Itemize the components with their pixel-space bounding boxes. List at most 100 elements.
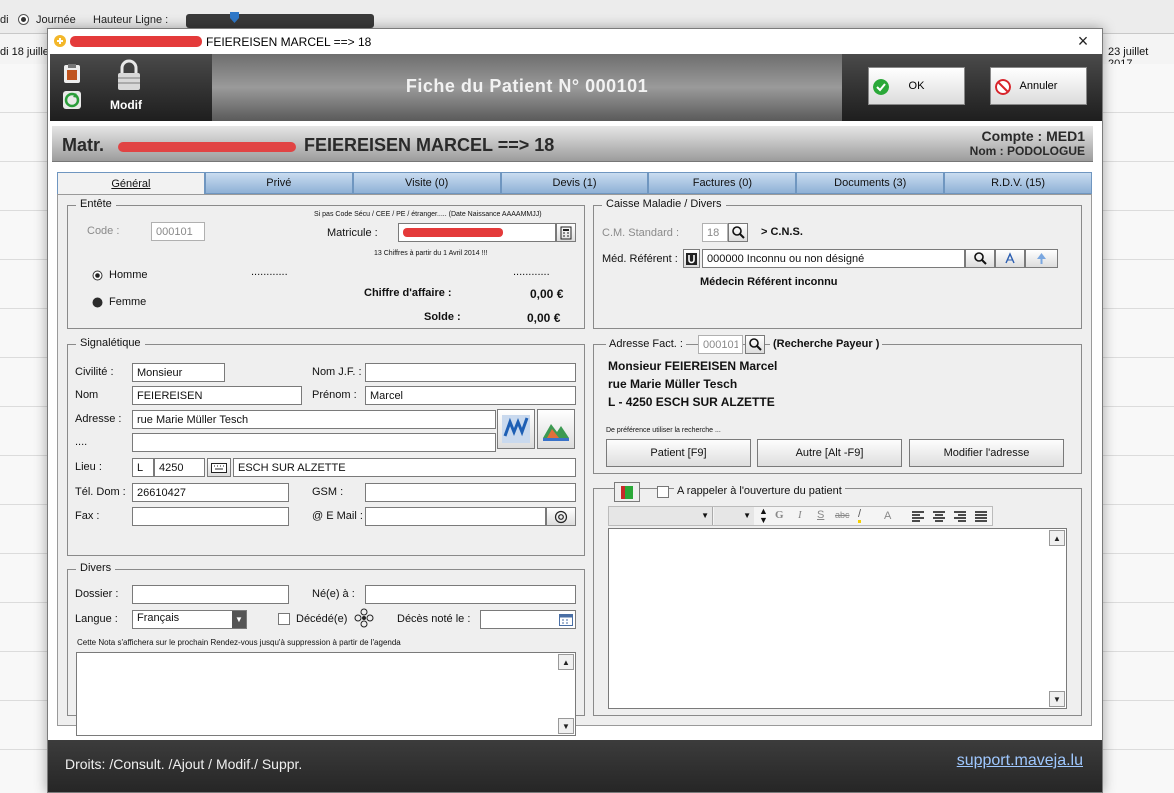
close-button[interactable]: × bbox=[1072, 31, 1094, 51]
femme-radio[interactable] bbox=[92, 297, 103, 308]
nota-textarea[interactable]: ▲ ▼ bbox=[76, 652, 576, 736]
rappel-checkbox[interactable] bbox=[657, 486, 669, 498]
tab-rdv[interactable]: R.D.V. (15) bbox=[944, 172, 1093, 194]
font-select[interactable]: ▼ bbox=[609, 507, 713, 525]
flower-icon bbox=[354, 608, 374, 628]
scroll-up-icon[interactable]: ▲ bbox=[558, 654, 574, 670]
cm-search-button[interactable] bbox=[728, 223, 748, 242]
scroll-down-icon[interactable]: ▼ bbox=[558, 718, 574, 734]
ca-label: Chiffre d'affaire : bbox=[364, 287, 452, 299]
dossier-input[interactable] bbox=[132, 585, 289, 604]
cancel-button[interactable]: Annuler bbox=[990, 67, 1087, 105]
window-title: FEIEREISEN MARCEL ==> 18 bbox=[206, 35, 372, 49]
pays-input[interactable] bbox=[132, 458, 154, 477]
gsm-input[interactable] bbox=[365, 483, 576, 502]
nea-input[interactable] bbox=[365, 585, 576, 604]
spin-icon[interactable]: ▲ ▼ bbox=[759, 507, 768, 525]
rappel-label: A rappeler à l'ouverture du patient bbox=[674, 485, 845, 497]
med-add-button[interactable] bbox=[1025, 249, 1058, 268]
med-referent-input[interactable] bbox=[702, 249, 965, 268]
matricule-input[interactable] bbox=[398, 223, 556, 242]
ville-input[interactable] bbox=[233, 458, 576, 477]
civilite-input[interactable] bbox=[132, 363, 225, 382]
strike-icon[interactable]: abc bbox=[835, 510, 850, 520]
tree-icon bbox=[1037, 253, 1046, 264]
gsm-label: GSM : bbox=[312, 486, 344, 498]
header-title-band: Fiche du Patient N° 000101 bbox=[212, 54, 842, 121]
support-link[interactable]: support.maveja.lu bbox=[957, 752, 1083, 770]
prenom-label: Prénom : bbox=[312, 389, 357, 401]
tel-input[interactable] bbox=[132, 483, 289, 502]
font-color-icon[interactable]: A bbox=[884, 510, 891, 522]
tab-general[interactable]: Général bbox=[57, 172, 205, 194]
tab-prive[interactable]: Privé bbox=[204, 172, 353, 194]
fax-label: Fax : bbox=[75, 510, 100, 522]
slider-thumb[interactable] bbox=[230, 12, 239, 23]
journee-radio[interactable] bbox=[18, 14, 29, 25]
underline-icon[interactable]: S bbox=[817, 509, 824, 521]
adresse-fact-code[interactable] bbox=[698, 335, 743, 354]
italic-icon[interactable]: I bbox=[798, 509, 802, 521]
scroll-down-icon[interactable]: ▼ bbox=[1049, 691, 1065, 707]
modif-label: Modif bbox=[110, 98, 142, 112]
note-textarea[interactable]: ▲ ▼ bbox=[608, 528, 1067, 709]
matricule-hint: Si pas Code Sécu / CEE / PE / étranger..… bbox=[314, 211, 542, 218]
calculator-icon bbox=[560, 226, 572, 239]
homme-radio[interactable] bbox=[92, 270, 103, 281]
email-input[interactable] bbox=[365, 507, 546, 526]
code-input[interactable] bbox=[151, 222, 205, 241]
tab-bar: Général Privé Visite (0) Devis (1) Factu… bbox=[57, 172, 1093, 194]
langue-select[interactable]: Français ▼ bbox=[132, 610, 247, 629]
adresse-input[interactable] bbox=[132, 410, 496, 429]
word-button[interactable] bbox=[497, 409, 535, 449]
entete-title: Entête bbox=[76, 198, 116, 210]
cns-label: > C.N.S. bbox=[761, 226, 803, 238]
scroll-up-icon[interactable]: ▲ bbox=[1049, 530, 1065, 546]
med-clear-button[interactable] bbox=[683, 249, 700, 268]
prenom-input[interactable] bbox=[365, 386, 576, 405]
app-icon bbox=[54, 35, 66, 47]
ok-button[interactable]: OK bbox=[868, 67, 965, 105]
general-panel: Entête Code : Si pas Code Sécu / CEE / P… bbox=[57, 194, 1092, 736]
note-color-button[interactable] bbox=[614, 482, 640, 502]
email-send-button[interactable] bbox=[546, 507, 576, 526]
med-status: Médecin Référent inconnu bbox=[700, 276, 838, 288]
tab-visite[interactable]: Visite (0) bbox=[352, 172, 501, 194]
row-height-slider[interactable] bbox=[186, 12, 374, 28]
modifier-adresse-button[interactable]: Modifier l'adresse bbox=[909, 439, 1064, 467]
lock-icon[interactable] bbox=[116, 59, 142, 91]
tab-devis[interactable]: Devis (1) bbox=[500, 172, 649, 194]
align-icons[interactable] bbox=[911, 511, 991, 523]
tab-documents[interactable]: Documents (3) bbox=[796, 172, 945, 194]
decede-checkbox[interactable] bbox=[278, 613, 290, 625]
size-select[interactable]: ▼ bbox=[714, 507, 754, 525]
ok-label: OK bbox=[908, 80, 925, 92]
cp-lookup-button[interactable] bbox=[207, 458, 231, 477]
signaletique-group: Signalétique Civilité : Nom J.F. : Nom P… bbox=[67, 337, 585, 556]
chevron-down-icon: ▼ bbox=[701, 511, 709, 520]
autre-alt-f9-button[interactable]: Autre [Alt -F9] bbox=[757, 439, 902, 467]
med-sort-button[interactable] bbox=[995, 249, 1025, 268]
deces-date-input[interactable] bbox=[480, 610, 576, 629]
clipboard-icon[interactable] bbox=[62, 64, 82, 84]
caisse-title: Caisse Maladie / Divers bbox=[602, 198, 726, 210]
cm-input[interactable] bbox=[702, 223, 728, 242]
bold-icon[interactable]: G bbox=[775, 509, 784, 521]
chevron-down-icon: ▼ bbox=[232, 611, 246, 628]
patient-f9-button[interactable]: Patient [F9] bbox=[606, 439, 751, 467]
nom-input[interactable] bbox=[132, 386, 302, 405]
highlight-icon[interactable]: / bbox=[858, 508, 862, 523]
fax-input[interactable] bbox=[132, 507, 289, 526]
map-button[interactable] bbox=[537, 409, 575, 449]
adresse2-input[interactable] bbox=[132, 433, 496, 452]
cp-input[interactable] bbox=[154, 458, 205, 477]
calculator-button[interactable] bbox=[556, 223, 576, 242]
payeur-search-button[interactable] bbox=[745, 335, 765, 354]
nomjf-input[interactable] bbox=[365, 363, 576, 382]
tab-factures[interactable]: Factures (0) bbox=[648, 172, 797, 194]
med-search-button[interactable] bbox=[965, 249, 995, 268]
cm-label: C.M. Standard : bbox=[602, 227, 680, 239]
matricule-hint-bottom: 13 Chiffres à partir du 1 Avril 2014 !!! bbox=[374, 250, 488, 257]
refresh-icon[interactable] bbox=[62, 90, 82, 110]
search-icon bbox=[973, 252, 987, 265]
